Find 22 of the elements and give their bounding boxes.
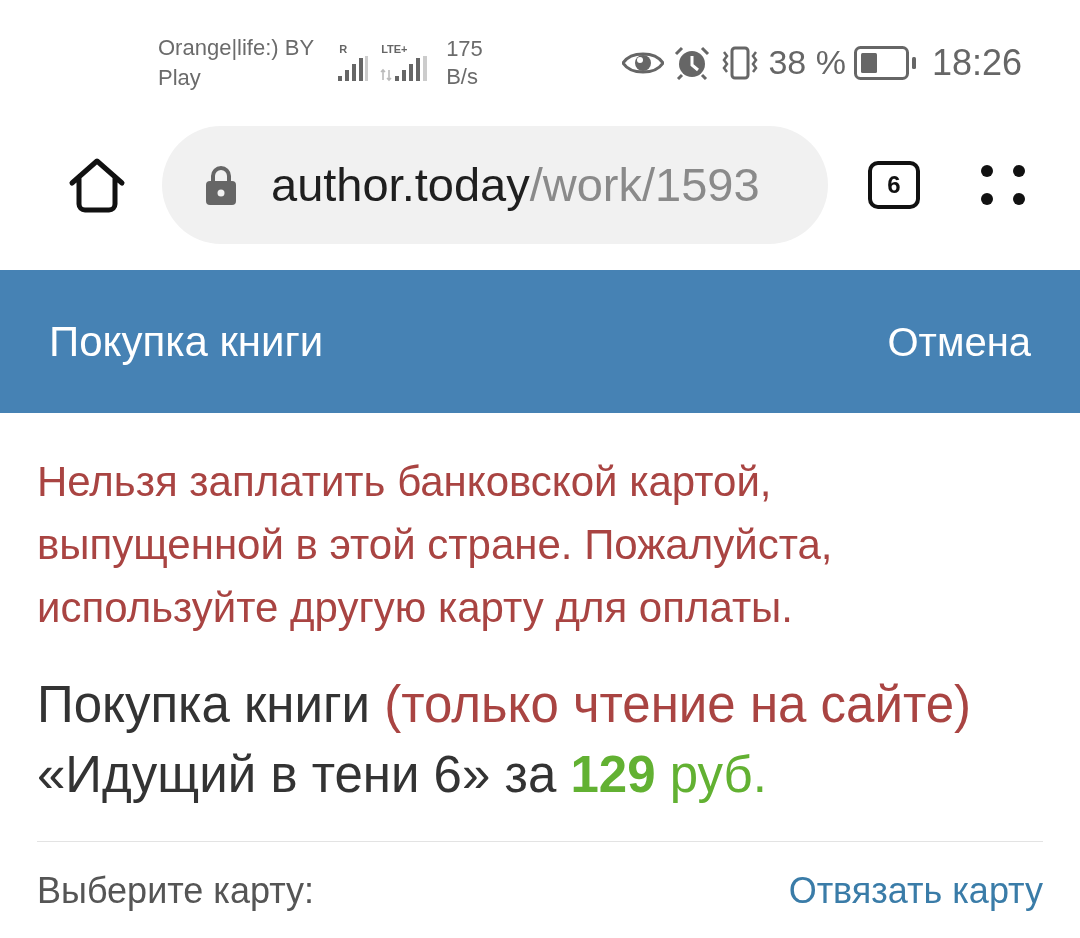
network-label: LTE+ [381,43,408,56]
dialog-title: Покупка книги [49,317,324,367]
lock-icon [205,165,237,205]
battery-icon [853,45,916,80]
unlink-card-link[interactable]: Отвязать карту [788,864,1043,918]
signal-bars-icon [338,56,369,82]
signal-bars-icon [380,56,429,82]
network-speed: 175 B/s [446,34,483,91]
home-icon[interactable] [68,157,126,213]
network-label: R [339,43,348,56]
tab-count-button[interactable]: 6 [868,161,920,209]
error-message: Нельзя заплатить банковской картой, выпущенной в этой стране. Пожалуйста, используйте другую карту для оплаты. [37,457,834,633]
cancel-link[interactable]: Отмена [887,311,1031,372]
battery-percent: 38 % [768,42,846,83]
purchase-heading: Покупка книги (только чтение на сайте) «Идущий в тени 6» за 129 руб. [37,675,973,805]
address-bar[interactable]: author.today/work/1593 [162,126,828,244]
clock-time: 18:26 [931,40,1022,85]
alarm-clock-icon [674,45,711,80]
url-text: author.today/work/1593 [271,156,760,213]
carrier-name: Orange|life:) BY Play [158,33,315,92]
menu-dots-icon[interactable] [980,164,1026,206]
choose-card-label: Выберите карту: [37,869,315,913]
